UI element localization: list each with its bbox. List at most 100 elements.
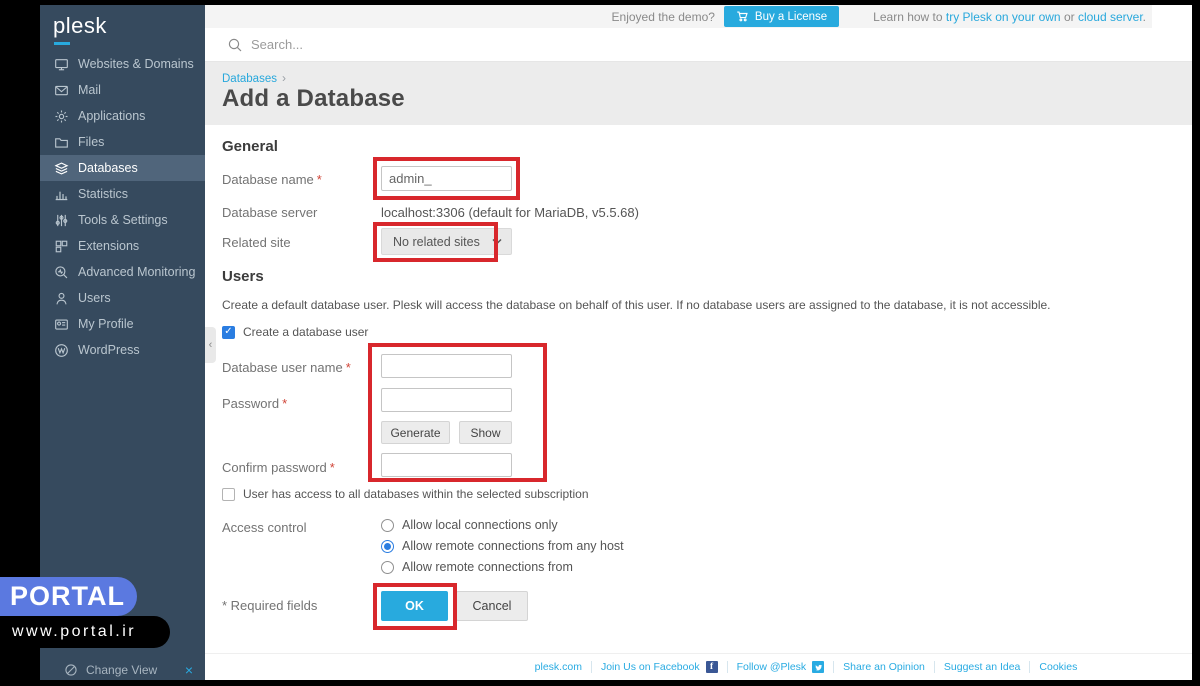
portal-watermark-url-badge: www.portal.ir — [0, 616, 170, 648]
try-plesk-link[interactable]: try Plesk on your own — [946, 10, 1061, 24]
sidebar-item-advanced-monitoring[interactable]: Advanced Monitoring — [40, 259, 205, 285]
frame-border-right — [1192, 0, 1200, 686]
portal-watermark-url: www.portal.ir — [0, 623, 136, 641]
checkbox-checked-icon[interactable]: ✓ — [222, 326, 235, 339]
chevron-down-icon — [480, 238, 502, 245]
sidebar-item-label: Websites & Domains — [78, 57, 194, 71]
radio-selected-icon[interactable] — [381, 540, 394, 553]
twitter-icon[interactable] — [812, 661, 824, 673]
radio-icon[interactable] — [381, 561, 394, 574]
sidebar-item-wordpress[interactable]: WordPress — [40, 337, 205, 363]
buy-license-label: Buy a License — [755, 11, 827, 23]
page-header: Databases› Add a Database — [205, 62, 1192, 125]
footer-link-facebook[interactable]: Join Us on Facebookf — [591, 661, 727, 673]
portal-watermark-title: PORTAL — [0, 581, 125, 612]
ok-button[interactable]: OK — [381, 591, 448, 621]
facebook-icon[interactable]: f — [706, 661, 718, 673]
person-icon — [54, 291, 69, 306]
sidebar-item-applications[interactable]: Applications — [40, 103, 205, 129]
breadcrumb[interactable]: Databases› — [222, 71, 286, 85]
sidebar-item-label: Extensions — [78, 239, 139, 253]
confirm-password-label: Confirm password* — [222, 460, 335, 475]
folder-icon — [54, 135, 69, 150]
generate-password-button[interactable]: Generate — [381, 421, 450, 444]
screenshot-frame: plesk Websites & Domains Mail Applicatio… — [0, 0, 1200, 686]
buy-license-button[interactable]: Buy a License — [724, 6, 839, 27]
confirm-password-input[interactable] — [381, 453, 512, 477]
create-database-user-checkbox[interactable]: ✓ Create a database user — [222, 325, 368, 339]
change-view-control[interactable]: Change View × — [40, 659, 205, 681]
show-password-button[interactable]: Show — [459, 421, 512, 444]
database-server-value: localhost:3306 (default for MariaDB, v5.… — [381, 205, 639, 220]
related-site-value: No related sites — [393, 235, 480, 249]
all-databases-access-label: User has access to all databases within … — [243, 487, 589, 501]
users-section-heading: Users — [222, 268, 264, 285]
checkbox-unchecked-icon[interactable] — [222, 488, 235, 501]
footer-link-cookies[interactable]: Cookies — [1029, 661, 1086, 673]
frame-border-bottom — [0, 680, 1200, 686]
password-input[interactable] — [381, 388, 512, 412]
sidebar-item-label: Databases — [78, 161, 138, 175]
monitor-icon — [54, 57, 69, 72]
database-user-name-input[interactable] — [381, 354, 512, 378]
sidebar-item-databases[interactable]: Databases — [40, 155, 205, 181]
portal-watermark-badge: PORTAL — [0, 577, 137, 616]
sidebar-item-label: WordPress — [78, 343, 140, 357]
sidebar-item-label: My Profile — [78, 317, 134, 331]
radio-label: Allow remote connections from — [402, 560, 573, 574]
plesk-logo-accent — [54, 42, 70, 45]
mail-icon — [54, 83, 69, 98]
access-control-label: Access control — [222, 520, 307, 535]
users-description: Create a default database user. Plesk wi… — [222, 298, 1051, 312]
radio-icon[interactable] — [381, 519, 394, 532]
change-view-label: Change View — [86, 663, 157, 677]
sidebar-item-extensions[interactable]: Extensions — [40, 233, 205, 259]
radio-label: Allow remote connections from any host — [402, 539, 624, 553]
footer-link-share-opinion[interactable]: Share an Opinion — [833, 661, 934, 673]
learn-text: Learn how to try Plesk on your own or cl… — [873, 10, 1146, 24]
demo-question-text: Enjoyed the demo? — [612, 10, 715, 24]
general-section-heading: General — [222, 138, 278, 155]
database-name-input[interactable] — [381, 166, 512, 191]
sidebar-item-statistics[interactable]: Statistics — [40, 181, 205, 207]
blocks-icon — [54, 239, 69, 254]
sidebar-item-users[interactable]: Users — [40, 285, 205, 311]
sidebar-item-label: Applications — [78, 109, 145, 123]
search-bar — [205, 28, 1192, 62]
required-asterisk: * — [282, 396, 287, 411]
radio-remote-from[interactable]: Allow remote connections from — [381, 560, 573, 574]
search-input[interactable] — [251, 37, 651, 52]
sidebar-item-tools-settings[interactable]: Tools & Settings — [40, 207, 205, 233]
radio-local-connections[interactable]: Allow local connections only — [381, 518, 558, 532]
required-asterisk: * — [330, 460, 335, 475]
gear-icon — [54, 109, 69, 124]
sidebar-item-label: Users — [78, 291, 111, 305]
plesk-logo[interactable]: plesk — [53, 13, 107, 39]
database-user-name-label: Database user name* — [222, 360, 351, 375]
sidebar-collapse-handle[interactable]: ‹ — [205, 327, 216, 363]
sidebar-nav: Websites & Domains Mail Applications Fil… — [40, 51, 205, 363]
bar-chart-icon — [54, 187, 69, 202]
related-site-label: Related site — [222, 235, 291, 250]
radio-remote-any-host[interactable]: Allow remote connections from any host — [381, 539, 624, 553]
sidebar-item-websites-domains[interactable]: Websites & Domains — [40, 51, 205, 77]
cancel-button[interactable]: Cancel — [456, 591, 528, 621]
sidebar-item-label: Mail — [78, 83, 101, 97]
related-site-select[interactable]: No related sites — [381, 228, 512, 255]
sliders-icon — [54, 213, 69, 228]
sidebar-item-mail[interactable]: Mail — [40, 77, 205, 103]
close-icon[interactable]: × — [185, 662, 193, 678]
cloud-server-link[interactable]: cloud server — [1078, 10, 1143, 24]
sidebar-item-my-profile[interactable]: My Profile — [40, 311, 205, 337]
password-label: Password* — [222, 396, 287, 411]
footer-link-plesk-com[interactable]: plesk.com — [526, 661, 591, 673]
footer-link-twitter[interactable]: Follow @Plesk — [727, 661, 834, 673]
sidebar-item-files[interactable]: Files — [40, 129, 205, 155]
frame-border-top — [0, 0, 1200, 5]
sidebar-item-label: Files — [78, 135, 104, 149]
all-databases-access-checkbox[interactable]: User has access to all databases within … — [222, 487, 589, 501]
footer-link-suggest-idea[interactable]: Suggest an Idea — [934, 661, 1029, 673]
change-view-icon — [64, 663, 78, 677]
required-asterisk: * — [317, 172, 322, 187]
cart-icon — [736, 10, 749, 23]
